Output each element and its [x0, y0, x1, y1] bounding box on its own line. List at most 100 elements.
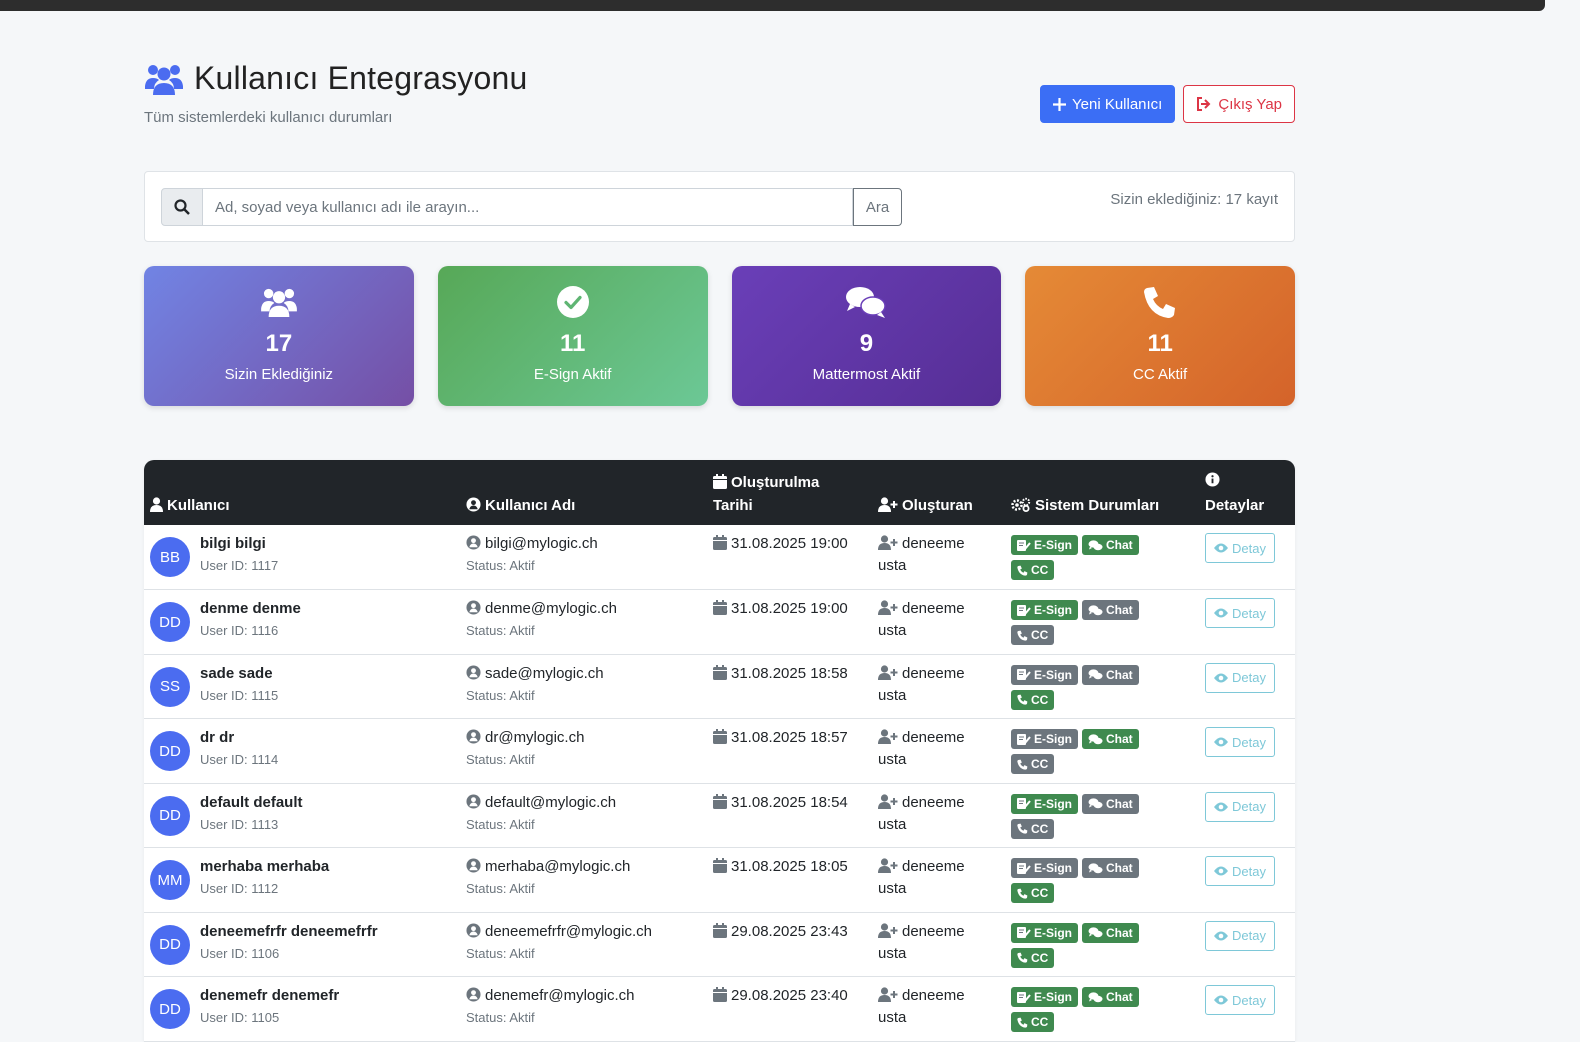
header-actions: Yeni Kullanıcı Çıkış Yap	[1040, 85, 1295, 123]
table-row[interactable]: MM merhaba merhaba User ID: 1112 merhaba…	[144, 847, 1295, 913]
status-badges: E-Sign Chat CC	[1011, 987, 1161, 1032]
signature-icon	[1017, 798, 1031, 809]
stat-label: Mattermost Aktif	[812, 366, 921, 383]
creator-name: deneeme	[902, 987, 965, 1004]
user-cell: DD denemefr denemefr User ID: 1105	[150, 987, 454, 1029]
creator-surname: usta	[878, 815, 907, 833]
cell-user: DD denemefr denemefr User ID: 1105	[144, 976, 460, 1042]
user-cell: MM merhaba merhaba User ID: 1112	[150, 858, 454, 900]
creator-line-1: deneeme	[878, 729, 999, 746]
table-head: Kullanıcı Kullanıcı Adı Oluşturulma Tari…	[144, 460, 1295, 525]
detail-button[interactable]: Detay	[1205, 598, 1275, 628]
cell-created: 31.08.2025 19:00	[707, 589, 872, 655]
detail-button[interactable]: Detay	[1205, 791, 1275, 822]
column-header-status[interactable]: Sistem Durumları	[1005, 460, 1199, 525]
cell-username: sade@mylogic.ch Status: Aktif	[460, 654, 707, 719]
username-line: denme@mylogic.ch	[466, 600, 701, 617]
user-status: Status: Aktif	[466, 816, 535, 832]
user-circle-icon	[466, 729, 481, 744]
user-cell: SS sade sade User ID: 1115	[150, 665, 454, 707]
stat-value: 9	[859, 330, 874, 357]
detail-label: Detay	[1232, 799, 1266, 814]
creator-line-1: deneeme	[878, 987, 999, 1004]
column-header-creator[interactable]: Oluşturan	[872, 460, 1005, 525]
chat-icon	[1088, 733, 1103, 744]
cell-creator: deneeme usta	[872, 525, 1005, 590]
detail-button[interactable]: Detay	[1205, 856, 1275, 886]
eye-icon	[1214, 737, 1228, 747]
cell-created: 31.08.2025 18:05	[707, 847, 872, 913]
cc-label: CC	[1031, 563, 1049, 577]
stat-value: 11	[1147, 330, 1173, 357]
column-header-user[interactable]: Kullanıcı	[144, 460, 460, 525]
detail-button[interactable]: Detay	[1205, 920, 1275, 951]
search-input[interactable]	[203, 188, 853, 226]
cell-username: default@mylogic.ch Status: Aktif	[460, 783, 707, 848]
user-info: default default User ID: 1113	[200, 794, 303, 836]
user-cell: DD default default User ID: 1113	[150, 794, 454, 836]
user-circle-icon	[466, 497, 481, 512]
detail-button[interactable]: Detay	[1205, 533, 1275, 563]
cell-details: Detay	[1199, 525, 1295, 590]
user-plus-icon	[878, 987, 898, 1002]
detail-button[interactable]: Detay	[1205, 985, 1275, 1015]
cell-details: Detay	[1199, 654, 1295, 719]
chat-label: Chat	[1106, 603, 1133, 617]
page-header: Kullanıcı Entegrasyonu Tüm sistemlerdeki…	[144, 60, 1295, 140]
column-header-username[interactable]: Kullanıcı Adı	[460, 460, 707, 525]
table-row[interactable]: SS sade sade User ID: 1115 sade@mylogic.…	[144, 654, 1295, 719]
user-icon	[150, 497, 163, 512]
user-plus-icon	[878, 922, 898, 938]
table-header-row: Kullanıcı Kullanıcı Adı Oluşturulma Tari…	[144, 460, 1295, 525]
cc-label: CC	[1031, 950, 1049, 965]
signature-icon	[1017, 733, 1031, 745]
cell-details: Detay	[1199, 912, 1295, 977]
creator-line-1: deneeme	[878, 535, 999, 552]
user-fullname: merhaba merhaba	[200, 858, 330, 875]
detail-label: Detay	[1232, 605, 1266, 621]
calendar-icon	[713, 664, 727, 680]
esign-label: E-Sign	[1034, 667, 1072, 682]
chat-badge: Chat	[1082, 922, 1139, 943]
table-row[interactable]: DD deneemefrfr deneemefrfr User ID: 1106…	[144, 912, 1295, 977]
stat-card-esign: 11 E-Sign Aktif	[437, 266, 708, 406]
table-row[interactable]: DD dr dr User ID: 1114 dr@mylogic.ch Sta…	[144, 718, 1295, 784]
created-date: 31.08.2025 19:00	[731, 535, 848, 552]
detail-button[interactable]: Detay	[1205, 727, 1275, 757]
stat-label: CC Aktif	[1133, 366, 1188, 383]
creator-surname: usta	[878, 944, 907, 962]
detail-button[interactable]: Detay	[1205, 662, 1275, 693]
cell-user: DD dr dr User ID: 1114	[144, 718, 460, 784]
stat-icon-wrapper	[1143, 284, 1177, 320]
chat-icon	[1088, 991, 1103, 1002]
table-row[interactable]: DD denme denme User ID: 1116 denme@mylog…	[144, 589, 1295, 655]
table-row[interactable]: BB bilgi bilgi User ID: 1117 bilgi@mylog…	[144, 525, 1295, 590]
calendar-icon	[713, 987, 727, 1002]
cell-created: 31.08.2025 18:57	[707, 718, 872, 784]
cell-created: 31.08.2025 18:58	[707, 654, 872, 719]
search-icon	[174, 199, 190, 215]
table-row[interactable]: DD denemefr denemefr User ID: 1105 denem…	[144, 976, 1295, 1042]
user-circle-icon	[466, 535, 481, 550]
new-user-button[interactable]: Yeni Kullanıcı	[1040, 85, 1176, 123]
status-badges: E-Sign Chat CC	[1011, 600, 1161, 645]
column-header-created[interactable]: Oluşturulma Tarihi	[707, 460, 872, 525]
table-row[interactable]: DD default default User ID: 1113 default…	[144, 783, 1295, 848]
chat-label: Chat	[1106, 925, 1133, 940]
eye-icon	[1214, 802, 1228, 811]
phone-icon	[1017, 888, 1028, 899]
user-plus-icon	[878, 729, 898, 744]
cell-creator: deneeme usta	[872, 589, 1005, 655]
status-badges: E-Sign Chat CC	[1011, 858, 1161, 903]
record-count: Sizin eklediğiniz: 17 kayıt	[1110, 191, 1278, 208]
cc-label: CC	[1031, 821, 1049, 836]
calendar-icon	[713, 600, 727, 615]
column-header-details[interactable]: Detaylar	[1199, 460, 1295, 525]
logout-button[interactable]: Çıkış Yap	[1183, 85, 1295, 123]
page-title: Kullanıcı Entegrasyonu	[194, 60, 528, 96]
user-fullname: denme denme	[200, 600, 301, 617]
search-button[interactable]: Ara	[853, 188, 902, 226]
cell-username: merhaba@mylogic.ch Status: Aktif	[460, 847, 707, 913]
header-line-1	[1205, 472, 1289, 491]
cell-details: Detay	[1199, 847, 1295, 913]
